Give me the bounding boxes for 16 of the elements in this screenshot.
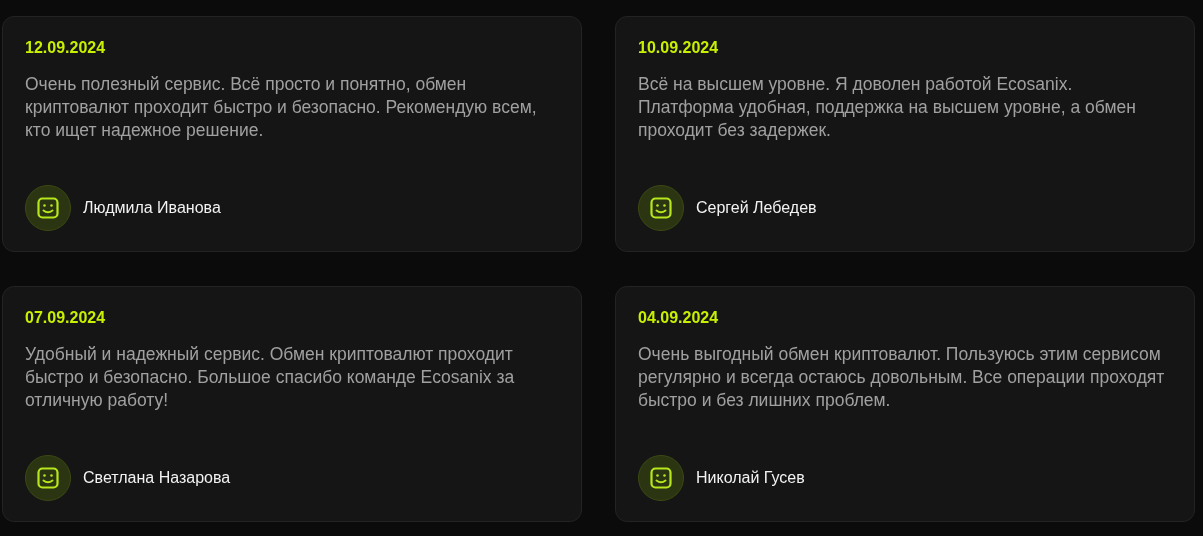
author-name: Светлана Назарова — [83, 469, 231, 487]
smiley-avatar-icon — [25, 455, 71, 501]
review-text: Всё на высшем уровне. Я доволен работой Ecosanix. Платформа удобная, поддержка на высшем уровне, а обмен проходит без задержек. — [638, 73, 1137, 142]
review-date: 07.09.2024 — [25, 308, 106, 328]
review-date: 12.09.2024 — [25, 38, 106, 58]
author-name: Сергей Лебедев — [696, 199, 817, 217]
review-text: Очень полезный сервис. Всё просто и понятно, обмен криптовалют проходит быстро и безопасно. Рекомендую всем, кто ищет надежное решение. — [25, 73, 538, 142]
review-text: Удобный и надежный сервис. Обмен криптовалют проходит быстро и безопасно. Большое спасибо команде Ecosanix за отличную работу! — [25, 343, 516, 412]
review-text: Очень выгодный обмен криптовалют. Пользуюсь этим сервисом регулярно и всегда остаюсь довольным. Все операции проходят быстро и без лишних проблем. — [638, 343, 1166, 412]
review-date: 10.09.2024 — [638, 38, 719, 58]
smiley-avatar-icon — [25, 185, 71, 231]
smiley-avatar-icon — [638, 185, 684, 231]
author-name: Людмила Иванова — [83, 199, 221, 217]
smiley-avatar-icon — [638, 455, 684, 501]
author-name: Николай Гусев — [696, 469, 805, 487]
review-date: 04.09.2024 — [638, 308, 719, 328]
